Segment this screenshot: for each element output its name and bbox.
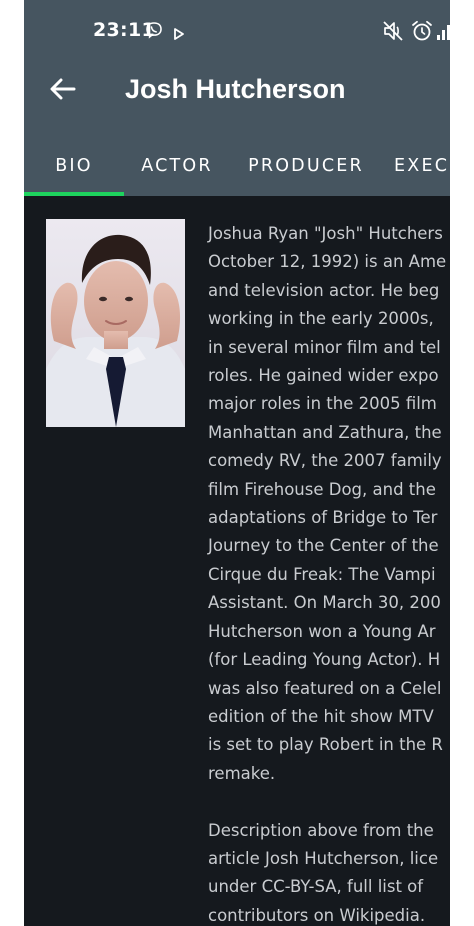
bio-line: Assistant. On March 30, 200 bbox=[208, 593, 441, 613]
tab-actor[interactable]: ACTOR bbox=[124, 135, 230, 196]
tab-bio[interactable]: BIO bbox=[24, 135, 124, 196]
bio-line: (for Leading Young Actor). H bbox=[208, 650, 441, 670]
bio-line: and television actor. He beg bbox=[208, 280, 440, 300]
bio-line: Hutcherson won a Young Ar bbox=[208, 621, 436, 641]
bio-line: film Firehouse Dog, and the bbox=[208, 479, 436, 499]
tab-exec[interactable]: EXEC bbox=[388, 135, 450, 196]
play-icon bbox=[174, 25, 184, 44]
bio-line: remake. bbox=[208, 763, 276, 783]
page-title: Josh Hutcherson bbox=[125, 74, 346, 104]
bio-line: edition of the hit show MTV bbox=[208, 706, 434, 726]
signal-icon bbox=[437, 24, 450, 44]
tab-label: ACTOR bbox=[141, 155, 213, 176]
bio-line: Description above from the bbox=[208, 820, 434, 840]
bio-line: comedy RV, the 2007 family bbox=[208, 451, 442, 471]
profile-photo bbox=[46, 219, 185, 427]
bio-line: major roles in the 2005 film bbox=[208, 394, 437, 414]
header: 23:11 Josh Hutcherson BIO ACTOR PRODUCER… bbox=[24, 0, 450, 196]
tab-label: BIO bbox=[55, 155, 93, 176]
bio-line: Journey to the Center of the bbox=[208, 536, 439, 556]
bio-line: Cirque du Freak: The Vampi bbox=[208, 564, 436, 584]
tab-label: PRODUCER bbox=[248, 155, 364, 176]
bio-line: October 12, 1992) is an Ame bbox=[208, 252, 447, 272]
bio-line: under CC-BY-SA, full list of bbox=[208, 877, 424, 897]
back-button[interactable] bbox=[42, 70, 84, 112]
bio-line: article Josh Hutcherson, lice bbox=[208, 848, 439, 868]
bio-line: contributors on Wikipedia. bbox=[208, 905, 426, 925]
viber-icon bbox=[145, 21, 163, 43]
bio-line: working in the early 2000s, bbox=[208, 309, 434, 329]
bio-line: is set to play Robert in the R bbox=[208, 735, 443, 755]
bio-paragraph-2: Description above from the article Josh H… bbox=[208, 817, 450, 926]
mute-icon bbox=[382, 20, 406, 46]
bio-text: Joshua Ryan "Josh" Hutchers October 12, 1… bbox=[208, 220, 450, 926]
bio-line: Manhattan and Zathura, the bbox=[208, 422, 442, 442]
portrait-image bbox=[46, 219, 185, 427]
bio-line: was also featured on a Celel bbox=[208, 678, 442, 698]
bio-paragraph-1: Joshua Ryan "Josh" Hutchers October 12, 1… bbox=[208, 220, 450, 788]
status-bar: 23:11 bbox=[24, 0, 450, 62]
bio-content: Joshua Ryan "Josh" Hutchers October 12, 1… bbox=[24, 196, 450, 926]
tab-bar: BIO ACTOR PRODUCER EXEC bbox=[24, 135, 450, 196]
arrow-left-icon bbox=[50, 78, 76, 104]
bio-line: in several minor film and tel bbox=[208, 337, 441, 357]
bio-line: roles. He gained wider expo bbox=[208, 366, 439, 386]
alarm-icon bbox=[411, 20, 433, 46]
bio-line: Joshua Ryan "Josh" Hutchers bbox=[208, 224, 443, 243]
tab-producer[interactable]: PRODUCER bbox=[234, 135, 378, 196]
tab-label: EXEC bbox=[394, 155, 450, 176]
app-screen: 23:11 Josh Hutcherson BIO ACTOR PRODUCER… bbox=[24, 0, 450, 926]
app-bar: Josh Hutcherson bbox=[24, 62, 450, 126]
bio-line: adaptations of Bridge to Ter bbox=[208, 508, 438, 528]
